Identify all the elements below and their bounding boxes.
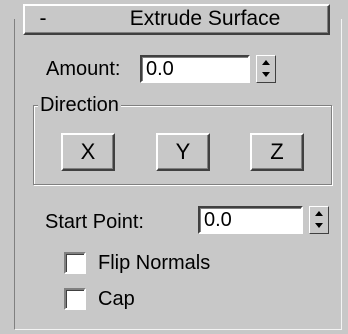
direction-z-button[interactable]: Z xyxy=(250,133,304,171)
amount-label: Amount: xyxy=(46,58,121,80)
amount-spinner[interactable] xyxy=(256,55,276,83)
spinner-up-icon[interactable] xyxy=(259,57,273,69)
direction-group-title: Direction xyxy=(38,93,121,117)
rollout-title: Extrude Surface xyxy=(129,7,281,30)
direction-y-button[interactable]: Y xyxy=(156,133,210,171)
direction-x-button[interactable]: X xyxy=(61,133,115,171)
start-point-label: Start Point: xyxy=(45,211,144,233)
flip-normals-label[interactable]: Flip Normals xyxy=(98,251,210,275)
spinner-down-icon[interactable] xyxy=(259,69,273,81)
flip-normals-checkbox[interactable] xyxy=(64,252,86,274)
start-point-spinner[interactable] xyxy=(309,206,329,234)
cap-label[interactable]: Cap xyxy=(98,287,135,311)
collapse-toggle[interactable]: - xyxy=(32,6,54,32)
cap-checkbox[interactable] xyxy=(64,288,86,310)
rollout-header[interactable]: - Extrude Surface xyxy=(23,4,330,35)
amount-field[interactable] xyxy=(140,55,250,83)
spinner-down-icon[interactable] xyxy=(312,220,326,232)
start-point-field[interactable] xyxy=(198,206,303,234)
spinner-up-icon[interactable] xyxy=(312,208,326,220)
